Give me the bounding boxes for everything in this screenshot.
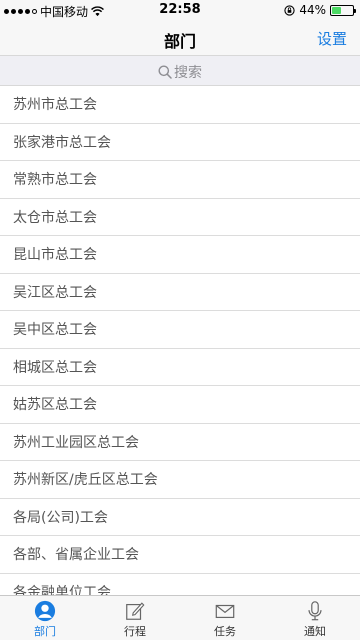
tab-itinerary[interactable]: 行程 bbox=[90, 596, 180, 640]
battery-percent: 44% bbox=[299, 3, 326, 17]
tab-label: 任务 bbox=[214, 625, 236, 638]
tab-label: 部门 bbox=[34, 625, 56, 638]
list-item[interactable]: 姑苏区总工会 bbox=[0, 386, 360, 424]
battery-icon bbox=[330, 4, 356, 16]
list-item[interactable]: 常熟市总工会 bbox=[0, 161, 360, 199]
tab-label: 通知 bbox=[304, 625, 326, 638]
list-item[interactable]: 张家港市总工会 bbox=[0, 124, 360, 161]
settings-button[interactable]: 设置 bbox=[317, 28, 347, 49]
navigation-bar: 部门 设置 bbox=[0, 20, 360, 56]
list-item[interactable]: 苏州新区/虎丘区总工会 bbox=[0, 461, 360, 499]
list-item[interactable]: 太仓市总工会 bbox=[0, 199, 360, 236]
tab-bar: 部门 行程 任务 通知 bbox=[0, 595, 360, 640]
search-placeholder: 搜索 bbox=[174, 65, 202, 81]
list-item[interactable]: 各金融单位工会 bbox=[0, 574, 360, 596]
list-item[interactable]: 吴中区总工会 bbox=[0, 311, 360, 349]
battery-level bbox=[332, 6, 341, 14]
list-item[interactable]: 各部、省属企业工会 bbox=[0, 536, 360, 574]
microphone-icon bbox=[308, 601, 322, 621]
status-right: 44% bbox=[284, 3, 356, 17]
list-item[interactable]: 相城区总工会 bbox=[0, 349, 360, 386]
list-item[interactable]: 吴江区总工会 bbox=[0, 274, 360, 311]
compose-icon bbox=[126, 602, 145, 620]
list-item[interactable]: 昆山市总工会 bbox=[0, 236, 360, 274]
tab-label: 行程 bbox=[124, 625, 146, 638]
list-item[interactable]: 各局(公司)工会 bbox=[0, 499, 360, 536]
search-icon bbox=[158, 65, 172, 79]
status-bar: 中国移动 22:58 44% bbox=[0, 0, 360, 20]
person-icon bbox=[34, 600, 56, 622]
mail-icon bbox=[215, 604, 235, 619]
list-item[interactable]: 苏州工业园区总工会 bbox=[0, 424, 360, 461]
page-title: 部门 bbox=[163, 32, 196, 51]
tab-department[interactable]: 部门 bbox=[0, 596, 90, 640]
orientation-lock-icon bbox=[284, 4, 295, 16]
tab-notifications[interactable]: 通知 bbox=[270, 596, 360, 640]
department-list[interactable]: 苏州市总工会 张家港市总工会 常熟市总工会 太仓市总工会 昆山市总工会 吴江区总工会 吴中区… bbox=[0, 86, 360, 596]
list-item[interactable]: 苏州市总工会 bbox=[0, 86, 360, 124]
search-field[interactable]: 搜索 bbox=[0, 62, 360, 82]
tab-tasks[interactable]: 任务 bbox=[180, 596, 270, 640]
search-bar[interactable]: 搜索 bbox=[0, 56, 360, 86]
